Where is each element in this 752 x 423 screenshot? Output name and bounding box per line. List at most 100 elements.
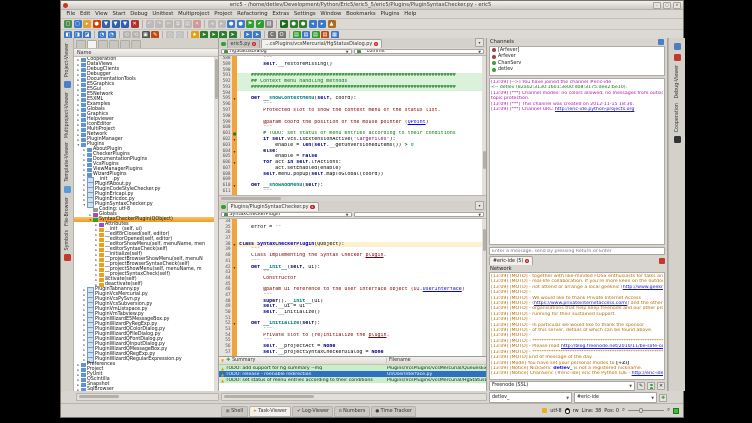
tree-vertical-scrollbar[interactable]	[214, 57, 218, 391]
linux-penguin-icon[interactable]	[565, 408, 570, 414]
expander-closed-icon[interactable]: ▸	[82, 198, 87, 202]
new-window-icon[interactable]: ▢	[64, 20, 72, 28]
task-viewer-header[interactable]: ▼ ✚ Summary Filename	[219, 357, 486, 365]
expander-closed-icon[interactable]: ▸	[76, 103, 81, 107]
expander-closed-icon[interactable]: ▸	[82, 163, 87, 167]
menu-unittest[interactable]: Unittest	[150, 11, 176, 17]
expander-closed-icon[interactable]: ▸	[82, 158, 87, 162]
menu-bookmarks[interactable]: Bookmarks	[344, 11, 378, 17]
expander-closed-icon[interactable]: ▸	[94, 228, 99, 232]
expander-closed-icon[interactable]: ▸	[76, 63, 81, 67]
class-selector[interactable]: SyntaxCheckerPlugin▼	[221, 212, 352, 217]
leave-channel-icon[interactable]	[659, 258, 665, 264]
redo-icon[interactable]: ↷	[155, 20, 163, 28]
join-channel-icon[interactable]: ✚	[659, 394, 667, 402]
close-channel-icon[interactable]: x	[525, 259, 530, 264]
close-panel-icon[interactable]	[674, 54, 681, 61]
title-bar[interactable]: eric5 - /home/detlev/Development/Python/…	[61, 1, 683, 10]
expander-closed-icon[interactable]: ▸	[82, 298, 87, 302]
irc-user-list[interactable]: [Arfever]ArfeverChanServdetlev	[489, 46, 665, 76]
save-as-icon[interactable]: ▼	[112, 20, 120, 28]
menu-debug[interactable]: Debug	[128, 11, 150, 17]
browser-tab-1[interactable]	[87, 40, 97, 48]
sidebar-tab-multiproject-viewer[interactable]: Multiproject-Viewer	[65, 92, 70, 138]
file-tree[interactable]: ▸Cooperation▸DataViews▸DebugClients▸Debu…	[74, 57, 218, 391]
copy-icon[interactable]: ⧉	[174, 20, 182, 28]
check-shield-icon[interactable]: ✔	[256, 20, 264, 28]
expander-closed-icon[interactable]: ▸	[82, 193, 87, 197]
disconnect-icon[interactable]: ✕	[657, 382, 665, 390]
expander-closed-icon[interactable]: ▸	[94, 223, 99, 227]
tree-hscrollbar[interactable]	[76, 393, 219, 401]
multiproject-icon[interactable]	[64, 81, 71, 88]
browser-tab-0[interactable]	[76, 40, 86, 48]
method-selector[interactable]: __commit▼	[354, 49, 485, 54]
channel-selector[interactable]: #eric-ide▼	[574, 392, 657, 403]
expander-closed-icon[interactable]: ▸	[94, 263, 99, 267]
encoding-label[interactable]: utf-8	[550, 408, 561, 414]
pin-icon[interactable]	[658, 39, 664, 45]
expander-closed-icon[interactable]: ▸	[76, 113, 81, 117]
expander-closed-icon[interactable]: ▸	[76, 68, 81, 72]
expander-closed-icon[interactable]: ▸	[82, 178, 87, 182]
expander-closed-icon[interactable]: ▸	[76, 93, 81, 97]
expander-closed-icon[interactable]: ▸	[94, 273, 99, 277]
menu-start[interactable]: Start	[110, 11, 128, 17]
expander-closed-icon[interactable]: ▸	[94, 278, 99, 282]
save-all-icon[interactable]: ▼	[121, 20, 129, 28]
expander-closed-icon[interactable]: ▸	[94, 243, 99, 247]
zoom-slider[interactable]	[628, 407, 664, 414]
menu-help[interactable]: Help	[402, 11, 419, 17]
open-file-icon[interactable]: ▸	[83, 20, 91, 28]
menu-settings[interactable]: Settings	[292, 11, 319, 17]
sidebar-tab-symbols[interactable]: Symbols	[65, 230, 70, 250]
tab-list-button[interactable]: ▾	[475, 201, 484, 210]
editor-hscrollbar[interactable]	[221, 393, 487, 401]
zoom-out-icon[interactable]: ⌕	[622, 407, 625, 414]
menu-extras[interactable]: Extras	[270, 11, 292, 17]
symbols-icon[interactable]	[64, 254, 71, 261]
irc-message-input[interactable]	[489, 247, 665, 255]
expander-closed-icon[interactable]: ▸	[94, 238, 99, 242]
browser-tab-2[interactable]	[98, 40, 108, 48]
expander-closed-icon[interactable]: ▸	[82, 288, 87, 292]
editor-tab[interactable]: ...csPlugins/vcsMercurial/HgStatusDialog…	[261, 39, 382, 48]
expander-closed-icon[interactable]: ▸	[76, 98, 81, 102]
filter-icon[interactable]: ▼	[221, 358, 224, 363]
close-tab-icon[interactable]: x	[374, 42, 379, 47]
menu-view[interactable]: View	[93, 11, 110, 17]
expander-closed-icon[interactable]: ▸	[76, 368, 81, 372]
expander-closed-icon[interactable]: ▸	[76, 73, 81, 77]
expander-closed-icon[interactable]: ▸	[82, 188, 87, 192]
identity-icon[interactable]	[647, 382, 655, 390]
tool-tab-log-viewer[interactable]: ✔Log-Viewer	[292, 406, 333, 417]
search-prev-icon[interactable]: ◂	[208, 20, 216, 28]
expander-closed-icon[interactable]: ▸	[94, 248, 99, 252]
expander-closed-icon[interactable]: ▸	[82, 183, 87, 187]
delete-icon[interactable]: ✕	[193, 20, 201, 28]
run-icon[interactable]: ▶	[280, 20, 288, 28]
tab-list-button[interactable]: ▾	[475, 38, 484, 47]
pin-icon[interactable]	[674, 43, 681, 50]
expander-closed-icon[interactable]: ▸	[94, 258, 99, 262]
expander-closed-icon[interactable]: ▸	[76, 78, 81, 82]
nav-back-icon[interactable]: ◂	[309, 20, 317, 28]
clock-icon[interactable]	[674, 136, 681, 143]
expander-closed-icon[interactable]: ▸	[82, 333, 87, 337]
cut-icon[interactable]: ✂	[165, 20, 173, 28]
method-selector[interactable]: ▼	[354, 212, 485, 217]
paste-icon[interactable]: ▤	[184, 20, 192, 28]
menu-refactoring[interactable]: Refactoring	[235, 11, 270, 17]
expander-closed-icon[interactable]: ▸	[82, 148, 87, 152]
close-tab-icon[interactable]: x	[252, 42, 257, 47]
expander-closed-icon[interactable]: ▸	[76, 123, 81, 127]
menu-file[interactable]: File	[64, 11, 78, 17]
close-icon[interactable]: ✕	[131, 20, 139, 28]
expander-closed-icon[interactable]: ▸	[94, 233, 99, 237]
maximize-button[interactable]: ▢	[663, 2, 671, 9]
expander-open-icon[interactable]: ▾	[76, 143, 81, 147]
top-editor-code[interactable]: 588 """589 self.__restoreMissing()590591…	[219, 56, 486, 195]
task-row[interactable]: ▲TODO: set status of menu entries accord…	[219, 377, 486, 383]
channel-tab-eric-ide[interactable]: #eric-ide (5) x	[489, 256, 533, 265]
search-next-icon[interactable]: ▸	[218, 20, 226, 28]
